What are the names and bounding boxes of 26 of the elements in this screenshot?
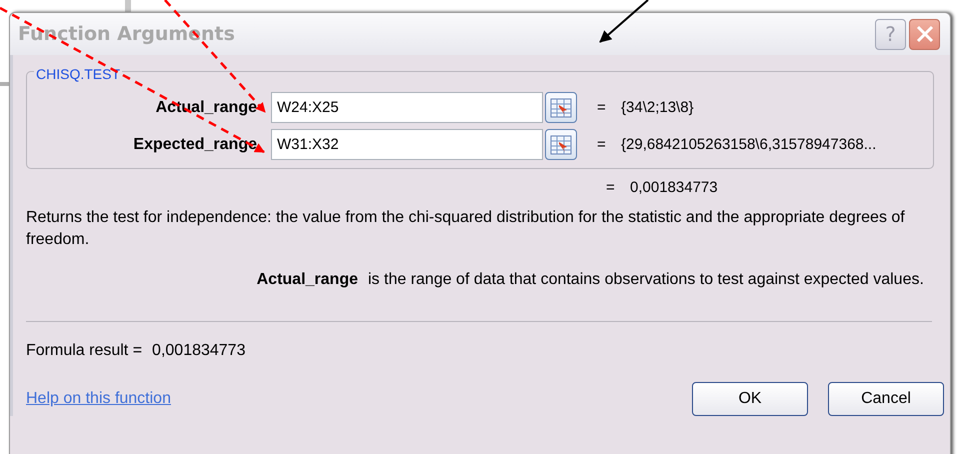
- argument-description: is the range of data that contains observations to test against expected values.: [368, 270, 925, 290]
- argument-label: Expected_range: [132, 136, 258, 154]
- equals-sign: =: [606, 178, 616, 196]
- help-link[interactable]: Help on this function: [26, 390, 171, 408]
- cancel-button[interactable]: Cancel: [828, 382, 944, 416]
- close-button[interactable]: [909, 18, 940, 50]
- spreadsheet-icon: [550, 134, 572, 154]
- range-select-button[interactable]: [545, 92, 577, 123]
- function-description: Returns the test for independence: the value from the chi-squared distribution for the statistic and the appropriate degrees of freedom.: [26, 208, 906, 250]
- range-select-button[interactable]: [545, 129, 577, 160]
- argument-name: Actual_range: [256, 270, 358, 290]
- equals-sign: =: [597, 136, 607, 153]
- input-field[interactable]: W24:X25: [271, 92, 543, 123]
- formula-result-label: Formula result =: [26, 342, 142, 360]
- function-value: 0,001834773: [630, 178, 718, 196]
- function-name: CHISQ.TEST: [34, 66, 122, 82]
- equals-sign: =: [597, 99, 607, 116]
- spreadsheet-icon: [550, 98, 572, 118]
- argument-label: Actual_range: [154, 98, 258, 116]
- formula-result-value: 0,001834773: [152, 342, 246, 360]
- argument-value: {29,6842105263158\6,31578947368...: [621, 136, 876, 153]
- arrow: [599, 0, 649, 43]
- input-field[interactable]: W31:X32: [271, 129, 543, 160]
- argument-value: {34\2;13\8}: [621, 99, 694, 116]
- close-icon: [916, 25, 934, 43]
- ok-button[interactable]: OK: [692, 382, 808, 416]
